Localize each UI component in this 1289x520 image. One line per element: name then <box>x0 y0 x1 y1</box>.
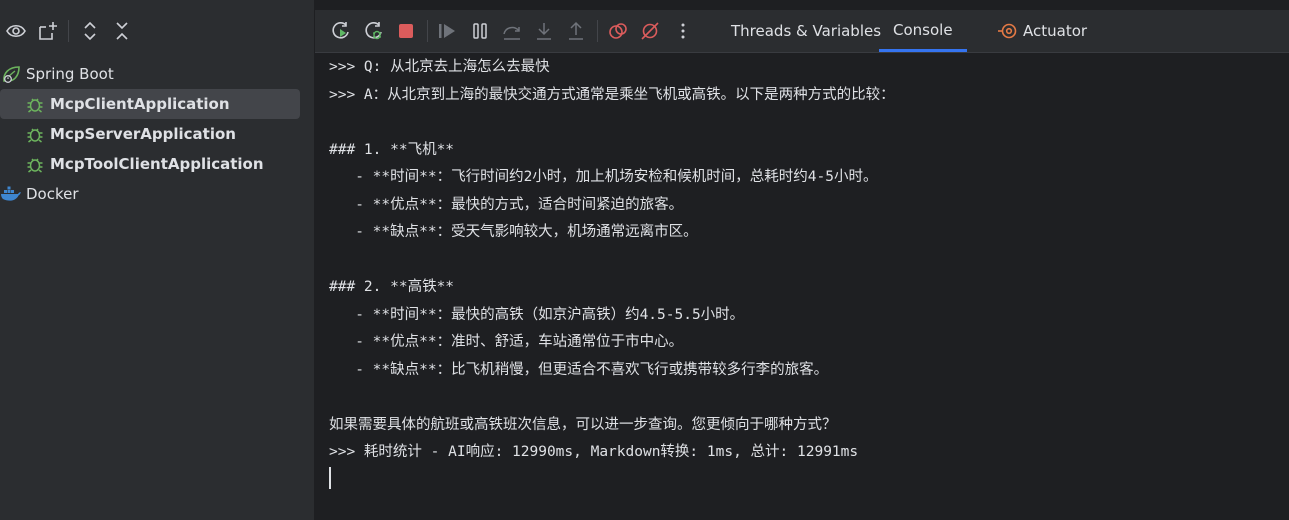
tab-console[interactable]: Console <box>879 10 967 52</box>
console-output[interactable]: >>> Q: 从北京去上海怎么去最快 >>> A：从北京到上海的最快交通方式通常… <box>329 53 1279 513</box>
console-line: >>> 耗时统计 - AI响应: 12990ms, Markdown转换: 1m… <box>329 444 859 460</box>
step-over-icon[interactable] <box>501 20 523 42</box>
mute-breakpoints-icon[interactable] <box>639 20 661 42</box>
step-into-icon[interactable] <box>533 20 555 42</box>
collapse-all-icon[interactable] <box>111 20 133 42</box>
toolbar-divider <box>427 20 428 42</box>
rerun-debug-icon[interactable] <box>363 20 385 42</box>
services-toolbar <box>0 10 314 52</box>
text-cursor <box>329 467 331 489</box>
expand-all-icon[interactable] <box>79 20 101 42</box>
tree-item-mcp-tool-client-application[interactable]: McpToolClientApplication <box>0 149 300 179</box>
console-line: ### 2. **高铁** <box>329 279 455 295</box>
tree-item-mcp-server-application[interactable]: McpServerApplication <box>0 119 300 149</box>
bug-icon <box>24 153 46 175</box>
tab-label: Console <box>893 20 953 39</box>
eye-icon[interactable] <box>5 20 27 42</box>
console-line: - **缺点**：比飞机稍慢，但更适合不喜欢飞行或携带较多行李的旅客。 <box>329 362 829 378</box>
console-line: - **优点**：最快的方式，适合时间紧迫的旅客。 <box>329 197 684 213</box>
toolbar-divider <box>597 20 598 42</box>
rerun-icon[interactable] <box>330 20 352 42</box>
tree-item-mcp-client-application[interactable]: McpClientApplication <box>0 89 300 119</box>
tab-label: Threads & Variables <box>731 22 882 40</box>
services-panel: Spring Boot McpClientApplication McpServ… <box>0 0 315 520</box>
more-icon[interactable] <box>672 20 694 42</box>
docker-icon <box>0 183 22 205</box>
console-line: >>> A：从北京到上海的最快交通方式通常是乘坐飞机或高铁。以下是两种方式的比较… <box>329 87 895 103</box>
debug-panel: Threads & Variables Console Actuator >>>… <box>315 0 1289 520</box>
bug-icon <box>24 123 46 145</box>
console-line: - **缺点**：受天气影响较大，机场通常远离市区。 <box>329 224 698 240</box>
tree-item-spring-boot[interactable]: Spring Boot <box>0 59 300 89</box>
tab-actuator[interactable]: Actuator <box>997 10 1087 52</box>
tab-label: Actuator <box>1023 22 1088 40</box>
bug-icon <box>24 93 46 115</box>
toolbar-divider <box>68 20 69 42</box>
tree-item-label: McpServerApplication <box>50 125 236 143</box>
step-out-icon[interactable] <box>565 20 587 42</box>
view-breakpoints-icon[interactable] <box>607 20 629 42</box>
new-service-icon[interactable] <box>37 20 59 42</box>
tree-item-label: McpToolClientApplication <box>50 155 264 173</box>
tree-item-label: McpClientApplication <box>50 95 230 113</box>
console-line: - **时间**：最快的高铁（如京沪高铁）约4.5-5.5小时。 <box>329 307 745 323</box>
console-line: - **优点**：准时、舒适，车站通常位于市中心。 <box>329 334 684 350</box>
pause-icon[interactable] <box>469 20 491 42</box>
actuator-icon <box>997 20 1019 42</box>
console-line: ### 1. **飞机** <box>329 142 455 158</box>
stop-icon[interactable] <box>395 20 417 42</box>
console-line: - **时间**：飞行时间约2小时，加上机场安检和候机时间，总耗时约4-5小时。 <box>329 169 878 185</box>
resume-icon[interactable] <box>436 20 458 42</box>
tab-threads-variables[interactable]: Threads & Variables <box>731 10 881 52</box>
console-line: >>> Q: 从北京去上海怎么去最快 <box>329 59 550 75</box>
tree-item-label: Docker <box>26 185 79 203</box>
spring-boot-icon <box>0 63 22 85</box>
tree-item-label: Spring Boot <box>26 65 114 83</box>
debug-toolbar: Threads & Variables Console Actuator <box>315 10 1289 53</box>
console-line: 如果需要具体的航班或高铁班次信息，可以进一步查询。您更倾向于哪种方式？ <box>329 417 837 433</box>
tree-item-docker[interactable]: Docker <box>0 179 300 209</box>
